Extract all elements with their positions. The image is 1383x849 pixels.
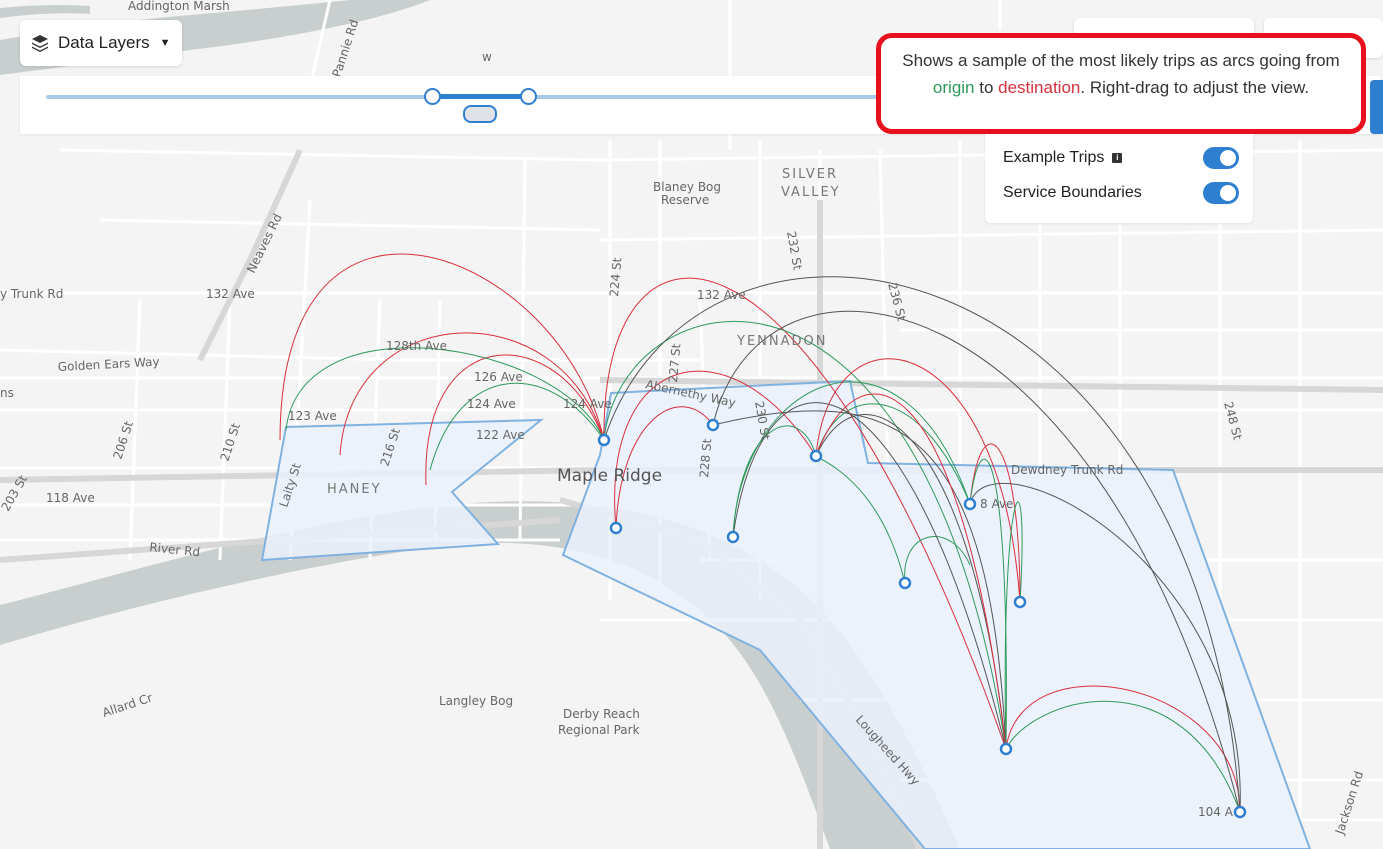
- layers-icon: [32, 35, 48, 52]
- stop-marker[interactable]: [609, 521, 623, 535]
- label-derby-2: Regional Park: [558, 723, 640, 737]
- layer-toggle-panel: Example Trips i Service Boundaries: [985, 130, 1253, 223]
- trip-arcs-tooltip: Shows a sample of the most likely trips …: [876, 33, 1366, 134]
- label-122-ave: 122 Ave: [476, 428, 525, 442]
- info-icon[interactable]: i: [1112, 153, 1123, 163]
- data-layers-label: Data Layers: [58, 33, 150, 52]
- tooltip-destination: destination: [998, 78, 1081, 97]
- stop-marker[interactable]: [597, 433, 611, 447]
- layer-row-service-boundaries: Service Boundaries: [1003, 180, 1239, 206]
- label-trunk-rd: y Trunk Rd: [0, 287, 63, 301]
- label-haney: HANEY: [327, 482, 382, 497]
- stop-marker[interactable]: [999, 742, 1013, 756]
- label-124-ave-b: 124 Ave: [563, 397, 612, 411]
- chevron-down-icon: ▼: [159, 37, 171, 49]
- label-8-ave: 8 Ave: [980, 497, 1013, 511]
- slider-start-handle[interactable]: [424, 88, 441, 105]
- label-123-ave: 123 Ave: [288, 409, 337, 423]
- label-maple-ridge: Maple Ridge: [557, 466, 662, 486]
- stop-marker[interactable]: [706, 418, 720, 432]
- slider-end-handle[interactable]: [520, 88, 537, 105]
- label-langley-bog: Langley Bog: [439, 694, 513, 708]
- example-trips-toggle[interactable]: [1203, 147, 1239, 169]
- label-118-ave: 118 Ave: [46, 491, 95, 505]
- label-104-ave: 104 A: [1198, 805, 1234, 819]
- layer-label-example-trips: Example Trips: [1003, 149, 1105, 166]
- data-layers-button[interactable]: Data Layers ▼: [20, 20, 182, 66]
- layer-row-example-trips: Example Trips i: [1003, 145, 1239, 171]
- label-blaney-1: Blaney Bog: [653, 180, 721, 194]
- stop-marker[interactable]: [726, 530, 740, 544]
- label-124-ave-a: 124 Ave: [467, 397, 516, 411]
- label-blaney-2: Reserve: [661, 193, 709, 207]
- tooltip-text-after: . Right-drag to adjust the view.: [1080, 78, 1310, 97]
- service-boundaries-toggle[interactable]: [1203, 182, 1239, 204]
- layer-label-service-boundaries: Service Boundaries: [1003, 184, 1142, 201]
- stop-marker[interactable]: [809, 449, 823, 463]
- slider-selected-range[interactable]: [431, 94, 528, 99]
- apply-button-edge[interactable]: [1370, 80, 1383, 134]
- label-silver: SILVER: [782, 167, 838, 182]
- label-132-ave-a: 132 Ave: [206, 287, 255, 301]
- label-derby-1: Derby Reach: [563, 707, 640, 721]
- label-ns: ns: [0, 386, 14, 400]
- label-addington: Addington Marsh: [128, 0, 230, 13]
- label-126-ave: 126 Ave: [474, 370, 523, 384]
- label-128-ave: 128th Ave: [386, 339, 447, 353]
- label-132-ave-b: 132 Ave: [697, 288, 746, 302]
- stop-marker[interactable]: [963, 497, 977, 511]
- tooltip-middle: to: [974, 78, 999, 97]
- stop-marker[interactable]: [1233, 805, 1247, 819]
- tooltip-text-before: Shows a sample of the most likely trips …: [902, 51, 1340, 70]
- stop-marker[interactable]: [898, 576, 912, 590]
- label-yennadon: YENNADON: [736, 334, 827, 349]
- label-w: w: [482, 50, 492, 64]
- tooltip-origin: origin: [932, 78, 975, 97]
- slider-range-grip[interactable]: [463, 105, 497, 123]
- stop-marker[interactable]: [1013, 595, 1027, 609]
- label-dewdney: Dewdney Trunk Rd: [1011, 463, 1123, 477]
- label-valley: VALLEY: [781, 185, 841, 200]
